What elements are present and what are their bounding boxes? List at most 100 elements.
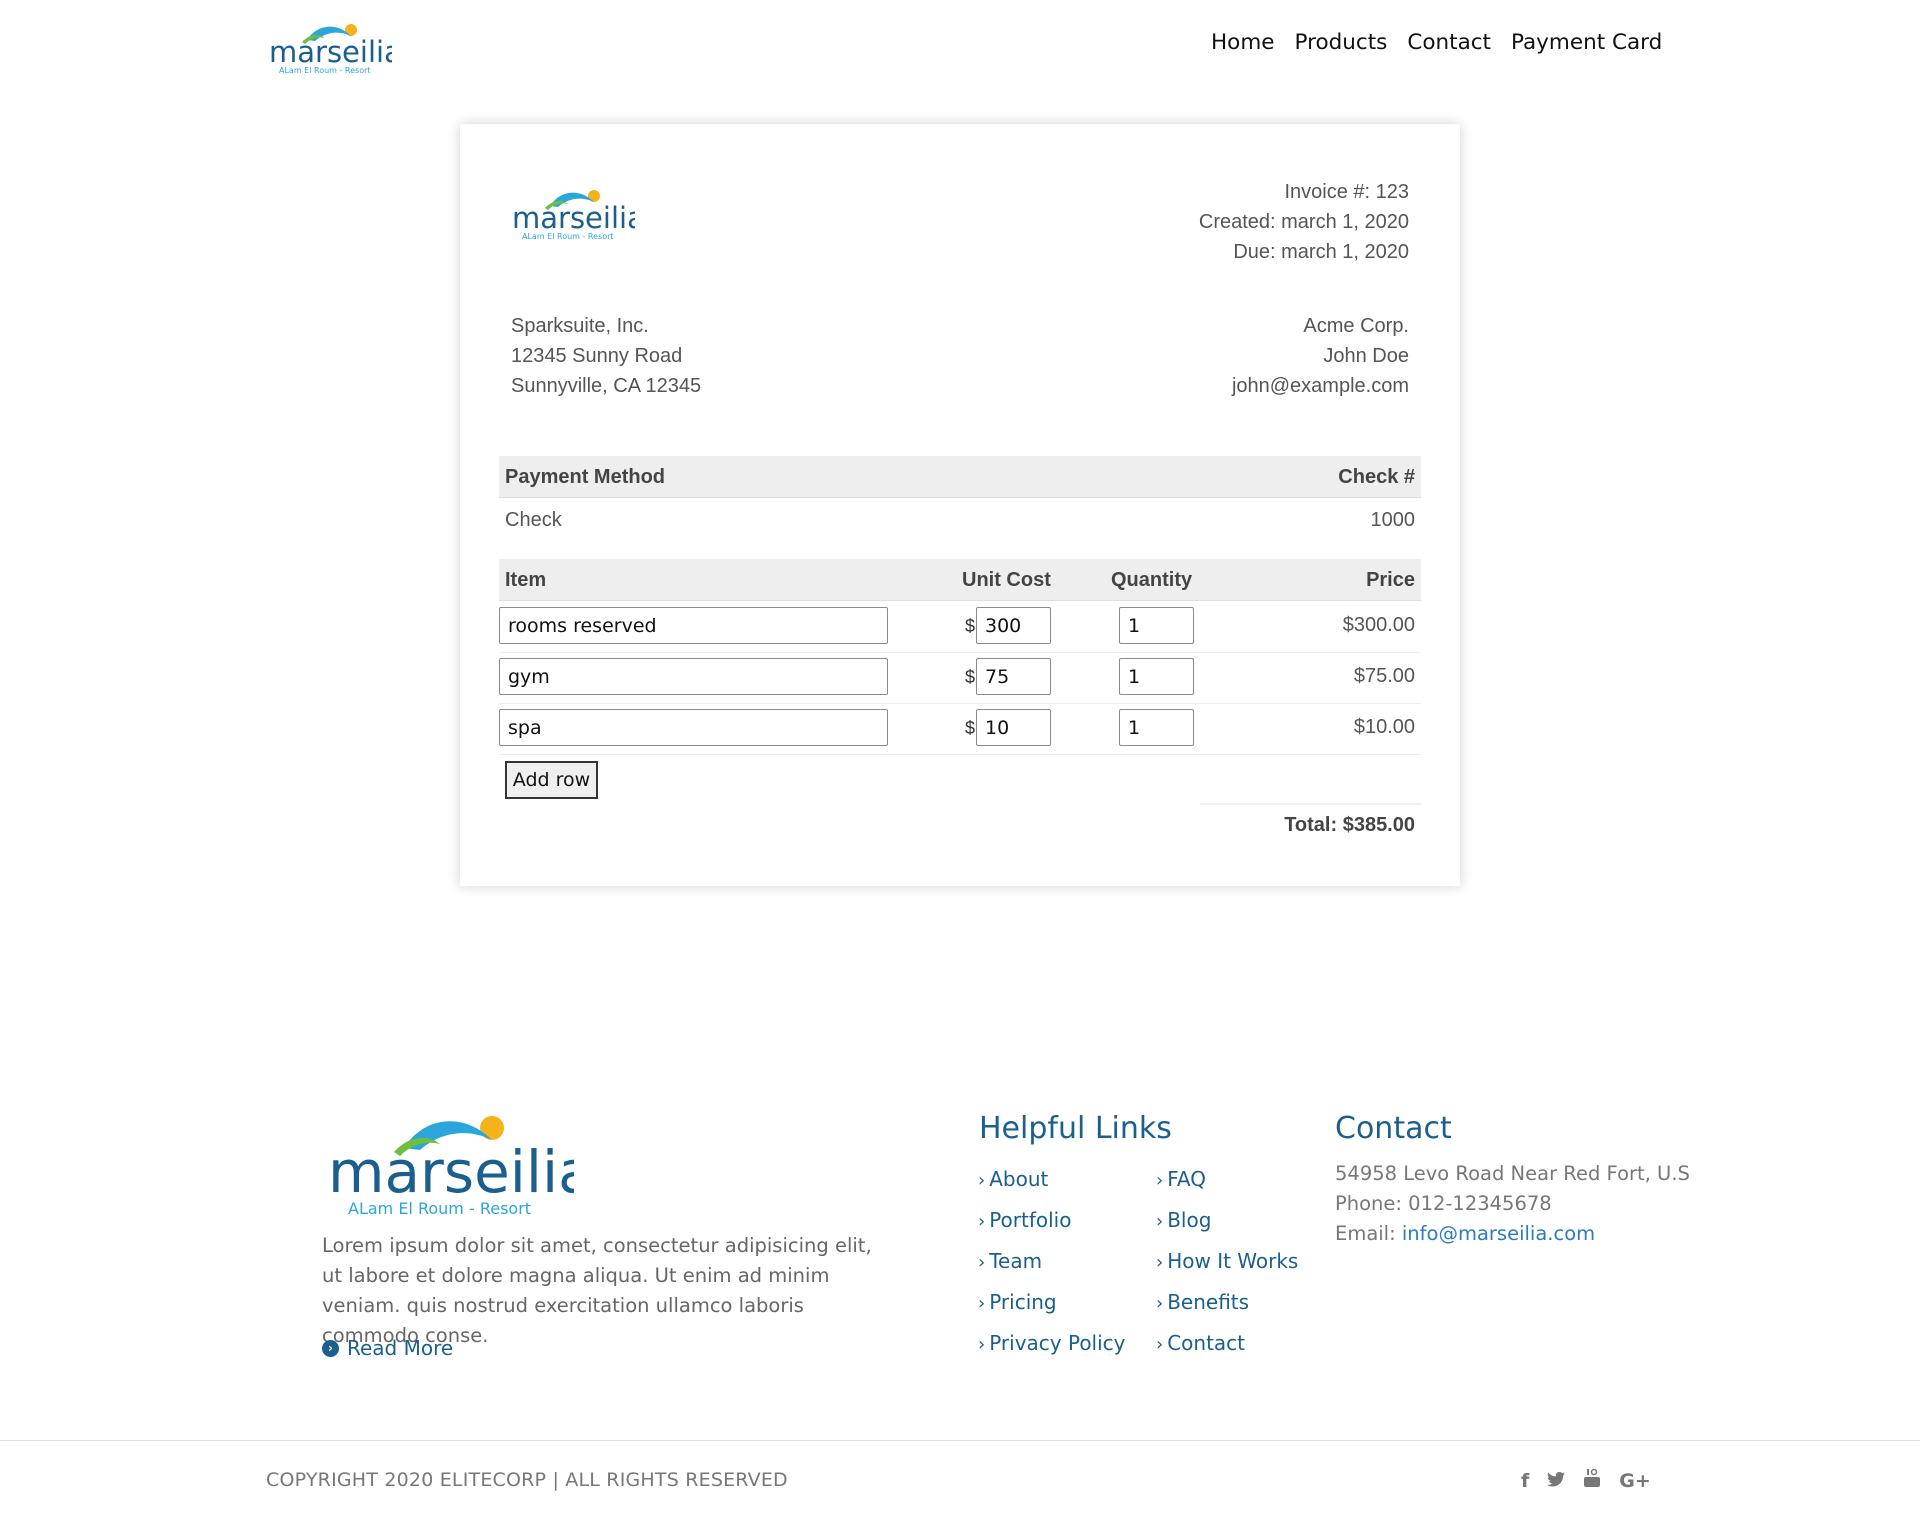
chevron-right-icon: › xyxy=(978,1334,986,1355)
item-price: $75.00 xyxy=(1353,665,1415,687)
unit-cost-input[interactable] xyxy=(976,709,1051,746)
nav-contact[interactable]: Contact xyxy=(1407,30,1491,55)
quantity-input[interactable] xyxy=(1119,658,1194,695)
total-divider xyxy=(1200,803,1421,805)
item-row: $ $10.00 xyxy=(499,704,1421,755)
invoice-number: Invoice #: 123 xyxy=(1284,181,1409,203)
contact-address: 54958 Levo Road Near Red Fort, U.S xyxy=(1335,1162,1690,1185)
main-nav: Home Products Contact Payment Card xyxy=(1211,30,1682,55)
footer-link-benefits[interactable]: › Benefits xyxy=(1156,1288,1298,1329)
svg-text:ALam El Roum - Resort: ALam El Roum - Resort xyxy=(279,66,371,74)
price-header: Price xyxy=(1366,569,1415,591)
chevron-right-icon: › xyxy=(1156,1170,1164,1191)
from-company: Sparksuite, Inc. xyxy=(511,315,649,337)
currency-symbol: $ xyxy=(965,667,976,687)
footer-logo[interactable]: marseilia ALam El Roum - Resort xyxy=(324,1096,574,1216)
item-header: Item xyxy=(505,569,547,591)
item-name-input[interactable] xyxy=(499,607,888,644)
chevron-right-icon: › xyxy=(1156,1252,1164,1273)
svg-text:marseilia: marseilia xyxy=(512,201,635,235)
invoice-card: marseilia ALam El Roum - Resort Invoice … xyxy=(460,124,1460,886)
to-name: John Doe xyxy=(1323,345,1409,367)
unit-cost-input[interactable] xyxy=(976,658,1051,695)
item-row: $ $300.00 xyxy=(499,602,1421,653)
footer-link-about[interactable]: › About xyxy=(978,1165,1126,1206)
footer-about-text: Lorem ipsum dolor sit amet, consectetur … xyxy=(322,1234,872,1347)
payment-heading-row: Payment Method Check # xyxy=(499,456,1421,498)
footer-link-blog[interactable]: › Blog xyxy=(1156,1206,1298,1247)
chevron-right-icon: › xyxy=(1156,1293,1164,1314)
contact-email-link[interactable]: info@marseilia.com xyxy=(1402,1222,1595,1245)
read-more-label: Read More xyxy=(347,1336,454,1360)
contact-info: 54958 Levo Road Near Red Fort, U.S Phone… xyxy=(1335,1159,1690,1249)
chevron-right-icon: › xyxy=(978,1293,986,1314)
logo-image: marseilia ALam El Roum - Resort xyxy=(328,1116,574,1216)
logo-image: marseilia ALam El Roum - Resort xyxy=(512,190,635,240)
payment-details-row: Check 1000 xyxy=(499,499,1421,541)
unit-cost-input[interactable] xyxy=(976,607,1051,644)
footer-link-how-it-works[interactable]: › How It Works xyxy=(1156,1247,1298,1288)
quantity-header: Quantity xyxy=(1111,569,1193,591)
payment-method-header: Payment Method xyxy=(505,466,666,488)
footer-link-contact[interactable]: › Contact xyxy=(1156,1329,1298,1370)
item-row: $ $75.00 xyxy=(499,653,1421,704)
quantity-input[interactable] xyxy=(1119,709,1194,746)
chevron-right-icon: › xyxy=(978,1170,986,1191)
invoice-created: Created: march 1, 2020 xyxy=(1198,211,1409,233)
from-street: 12345 Sunny Road xyxy=(511,345,683,367)
contact-phone: Phone: 012-12345678 xyxy=(1335,1192,1552,1215)
check-number-value: 1000 xyxy=(1370,509,1416,531)
read-more-link[interactable]: › Read More xyxy=(322,1336,453,1360)
twitter-icon[interactable] xyxy=(1547,1470,1566,1492)
helpful-links-col-1: › About › Portfolio › Team › Pricing › Privac… xyxy=(978,1165,1126,1370)
chevron-right-icon: › xyxy=(978,1211,986,1232)
copyright-text: COPYRIGHT 2020 ELITECORP | ALL RIGHTS RE… xyxy=(266,1469,788,1491)
footer-link-privacy-policy[interactable]: › Privacy Policy xyxy=(978,1329,1126,1370)
nav-products[interactable]: Products xyxy=(1295,30,1388,55)
helpful-links-col-2: › FAQ › Blog › How It Works › Benefits › Cont… xyxy=(1156,1165,1298,1370)
chevron-right-icon: › xyxy=(1156,1211,1164,1232)
invoice-meta: Invoice #: 123 Created: march 1, 2020 Du… xyxy=(1199,177,1409,267)
svg-text:marseilia: marseilia xyxy=(269,35,392,69)
social-links: f G+ xyxy=(1521,1468,1651,1493)
invoice-from: Sparksuite, Inc. 12345 Sunny Road Sunnyv… xyxy=(511,311,701,401)
currency-symbol: $ xyxy=(965,616,976,636)
invoice-logo: marseilia ALam El Roum - Resort xyxy=(510,180,635,240)
invoice-to: Acme Corp. John Doe john@example.com xyxy=(1232,311,1409,401)
quantity-input[interactable] xyxy=(1119,607,1194,644)
svg-text:marseilia: marseilia xyxy=(328,1138,574,1206)
check-number-header: Check # xyxy=(1338,466,1415,488)
youtube-icon[interactable] xyxy=(1583,1468,1601,1493)
header-logo[interactable]: marseilia ALam El Roum - Resort xyxy=(267,14,392,74)
contact-email-row: Email: info@marseilia.com xyxy=(1335,1222,1596,1245)
chevron-right-icon: › xyxy=(978,1252,986,1273)
google-plus-icon[interactable]: G+ xyxy=(1619,1470,1651,1492)
nav-home[interactable]: Home xyxy=(1211,30,1275,55)
add-row-button[interactable]: Add row xyxy=(505,761,598,799)
payment-method-value: Check xyxy=(505,509,562,531)
invoice-due: Due: march 1, 2020 xyxy=(1233,241,1409,263)
footer-link-portfolio[interactable]: › Portfolio xyxy=(978,1206,1126,1247)
item-name-input[interactable] xyxy=(499,709,888,746)
currency-symbol: $ xyxy=(965,718,976,738)
to-company: Acme Corp. xyxy=(1303,315,1409,337)
chevron-circle-right-icon: › xyxy=(322,1339,339,1357)
footer-link-pricing[interactable]: › Pricing xyxy=(978,1288,1126,1329)
facebook-icon[interactable]: f xyxy=(1521,1470,1529,1492)
chevron-right-icon: › xyxy=(1156,1334,1164,1355)
item-name-input[interactable] xyxy=(499,658,888,695)
from-city: Sunnyville, CA 12345 xyxy=(511,375,702,397)
items-heading-row: Item Unit Cost Quantity Price xyxy=(499,559,1421,601)
contact-heading: Contact xyxy=(1335,1111,1452,1146)
footer-link-team[interactable]: › Team xyxy=(978,1247,1126,1288)
svg-text:ALam El Roum - Resort: ALam El Roum - Resort xyxy=(522,232,614,240)
to-email: john@example.com xyxy=(1231,375,1409,397)
unit-cost-header: Unit Cost xyxy=(962,569,1051,591)
item-price: $10.00 xyxy=(1353,716,1415,738)
nav-payment-card[interactable]: Payment Card xyxy=(1511,30,1662,55)
footer-link-faq[interactable]: › FAQ xyxy=(1156,1165,1298,1206)
logo-image: marseilia ALam El Roum - Resort xyxy=(269,24,392,74)
invoice-total: Total: $385.00 xyxy=(1284,814,1415,836)
item-price: $300.00 xyxy=(1342,614,1415,636)
helpful-links-heading: Helpful Links xyxy=(979,1111,1172,1146)
